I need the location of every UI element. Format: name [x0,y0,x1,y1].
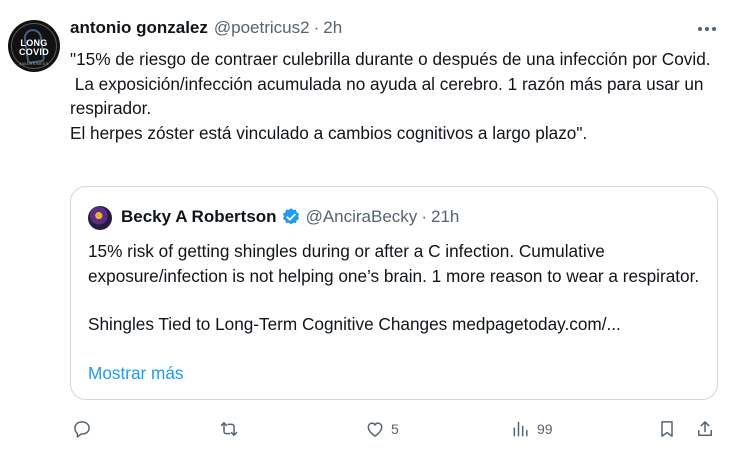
quoted-paragraph: 15% risk of getting shingles during or a… [88,241,700,286]
tweet-time[interactable]: 2h [323,18,342,38]
bookmark-button[interactable] [657,414,677,444]
avatar-logo: LONG COVID [19,39,49,57]
views-icon [513,421,528,437]
avatar-caption: AWARENESS [19,61,49,66]
quoted-link-paragraph: Shingles Tied to Long-Term Cognitive Cha… [88,314,621,334]
author-avatar[interactable]: LONG COVID AWARENESS [8,20,60,72]
retweet-icon [220,422,238,436]
bookmark-icon [661,421,673,437]
tweet-header: antonio gonzalez @poetricus2 · 2h [70,16,342,40]
like-icon [367,422,383,437]
quoted-tweet-header: Becky A Robertson @AnciraBecky · 21h [121,205,459,229]
tweet[interactable]: LONG COVID AWARENESS antonio gonzalez @p… [0,0,740,462]
header-separator: · [313,18,320,37]
quoted-author-name[interactable]: Becky A Robertson [121,207,277,227]
reply-button[interactable] [72,414,98,444]
action-bar: 5 99 [70,414,730,444]
quoted-tweet-time[interactable]: 21h [431,207,459,227]
show-more-link[interactable]: Mostrar más [88,363,184,384]
quoted-tweet[interactable]: Becky A Robertson @AnciraBecky · 21h 15%… [70,186,718,400]
views-button[interactable]: 99 [511,414,553,444]
tweet-text: "15% de riesgo de contraer culebrilla du… [70,49,711,143]
quoted-tweet-text: 15% risk of getting shingles during or a… [88,239,708,337]
more-options-button[interactable] [696,20,718,38]
more-icon-dot [705,27,709,31]
verified-badge-icon [282,208,299,225]
like-button[interactable]: 5 [365,414,399,444]
author-name[interactable]: antonio gonzalez [70,18,208,38]
quoted-author-avatar[interactable] [88,206,112,230]
views-count: 99 [537,421,553,437]
share-icon [698,421,712,436]
more-icon [698,27,702,31]
more-icon-dot [712,27,716,31]
quoted-header-separator: · [421,207,427,226]
avatar-text-line2: COVID [18,47,49,57]
author-handle[interactable]: @poetricus2 [214,18,310,38]
retweet-button[interactable] [219,414,245,444]
share-button[interactable] [695,414,715,444]
reply-icon [74,421,90,438]
like-count: 5 [391,421,399,437]
quoted-author-handle[interactable]: @AnciraBecky [306,207,418,227]
